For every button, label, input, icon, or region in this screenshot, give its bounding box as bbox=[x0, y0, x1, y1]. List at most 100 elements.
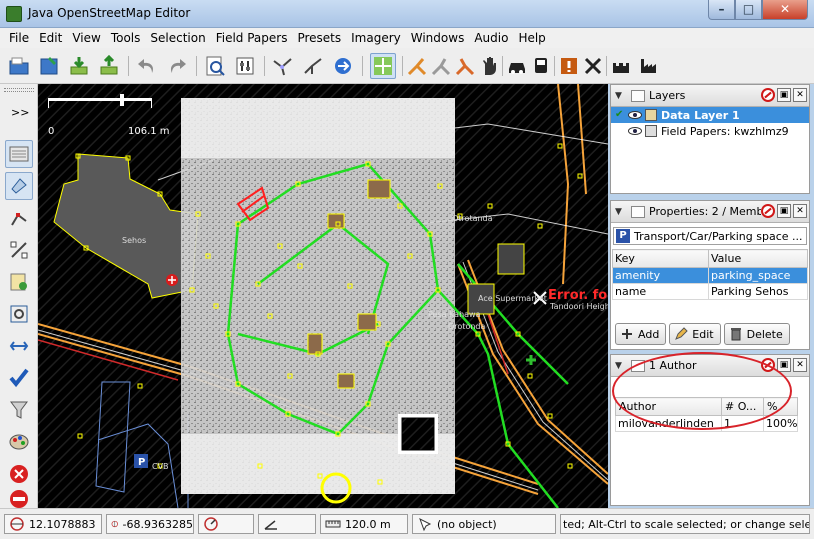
filter-icon[interactable] bbox=[5, 396, 33, 424]
window-title: Java OpenStreetMap Editor bbox=[28, 6, 191, 20]
menu-windows[interactable]: Windows bbox=[406, 31, 470, 45]
layer-row-field-papers[interactable]: Field Papers: kwzhlmz9 bbox=[611, 123, 809, 139]
tools-icon[interactable] bbox=[580, 53, 606, 79]
authors-panel: ▼ 1 Author ▣ ✕ Author # O... % milovande… bbox=[610, 354, 810, 506]
visibility-eye-icon[interactable] bbox=[628, 111, 642, 119]
map-label-tandoori: Tandoori Heights bbox=[550, 302, 608, 311]
close-panel-icon[interactable]: ✕ bbox=[793, 88, 807, 102]
menu-selection[interactable]: Selection bbox=[145, 31, 210, 45]
edit-tag-button[interactable]: Edit bbox=[669, 323, 721, 345]
hide-panel-icon[interactable] bbox=[761, 88, 775, 102]
column-header-key[interactable]: Key bbox=[612, 249, 709, 268]
collapse-caret-icon[interactable]: ▼ bbox=[615, 361, 627, 371]
column-header-percent[interactable]: % bbox=[762, 397, 799, 416]
detach-panel-icon[interactable]: ▣ bbox=[777, 88, 791, 102]
parking-icon: P bbox=[616, 229, 630, 243]
tag-value[interactable]: parking_space bbox=[708, 267, 808, 284]
tag-value[interactable]: Parking Sehos bbox=[708, 283, 808, 300]
close-panel-icon[interactable]: ✕ bbox=[793, 204, 807, 218]
menu-presets[interactable]: Presets bbox=[292, 31, 346, 45]
split-icon[interactable] bbox=[270, 53, 296, 79]
collapse-caret-icon[interactable]: ▼ bbox=[615, 207, 627, 217]
hide-panel-icon[interactable] bbox=[761, 358, 775, 372]
error-close-icon[interactable] bbox=[5, 460, 33, 488]
distance-field: 120.0 m bbox=[320, 514, 408, 534]
redo-icon[interactable] bbox=[164, 53, 190, 79]
map-label-cvb: CVB bbox=[152, 462, 169, 471]
table-row[interactable]: name Parking Sehos bbox=[612, 283, 808, 300]
column-header-author[interactable]: Author bbox=[615, 397, 722, 416]
layer-name: Data Layer 1 bbox=[661, 108, 740, 122]
preset-link[interactable]: P Transport/Car/Parking space ... bbox=[613, 227, 807, 245]
properties-buttons: Add Edit Delete bbox=[611, 323, 809, 345]
authors-panel-header: ▼ 1 Author ▣ ✕ bbox=[611, 355, 809, 377]
no-entry-icon[interactable] bbox=[5, 490, 33, 508]
extrude-tool-icon[interactable] bbox=[5, 300, 33, 328]
validate-check-icon[interactable] bbox=[5, 364, 33, 392]
tag-key[interactable]: name bbox=[612, 283, 709, 300]
longitude-field: -68.9363285 bbox=[106, 514, 194, 534]
zoom-tool-icon[interactable] bbox=[5, 236, 33, 264]
title-bar: Java OpenStreetMap Editor – □ ✕ bbox=[0, 0, 814, 28]
visibility-eye-icon[interactable] bbox=[628, 127, 642, 135]
close-panel-icon[interactable]: ✕ bbox=[793, 358, 807, 372]
menu-tools[interactable]: Tools bbox=[106, 31, 146, 45]
pan-hand-icon[interactable] bbox=[476, 53, 502, 79]
select-tool-icon[interactable] bbox=[5, 172, 33, 200]
map-view[interactable]: P 0 106.1 m Sehos Error. fo Ace Supermar… bbox=[38, 84, 608, 508]
minimize-button[interactable]: – bbox=[708, 0, 735, 20]
add-tag-button[interactable]: Add bbox=[615, 323, 667, 345]
download-icon[interactable] bbox=[66, 53, 92, 79]
menu-view[interactable]: View bbox=[67, 31, 105, 45]
select-icon[interactable] bbox=[370, 53, 396, 79]
menu-edit[interactable]: Edit bbox=[34, 31, 67, 45]
author-name[interactable]: milovanderlinden bbox=[615, 415, 722, 432]
column-header-count[interactable]: # O... bbox=[721, 397, 764, 416]
combine-icon[interactable] bbox=[300, 53, 326, 79]
delete-tool-icon[interactable] bbox=[5, 268, 33, 296]
heading-field bbox=[198, 514, 254, 534]
bus-icon[interactable] bbox=[528, 53, 554, 79]
save-icon[interactable] bbox=[36, 53, 62, 79]
warning-icon[interactable] bbox=[556, 53, 582, 79]
castle-icon[interactable] bbox=[608, 53, 634, 79]
author-percent[interactable]: 100% bbox=[762, 415, 799, 432]
pencil-icon bbox=[675, 327, 689, 340]
close-window-button[interactable]: ✕ bbox=[762, 0, 808, 20]
relation-icon[interactable] bbox=[452, 53, 478, 79]
detach-panel-icon[interactable]: ▣ bbox=[777, 358, 791, 372]
menu-field-papers[interactable]: Field Papers bbox=[211, 31, 293, 45]
menu-imagery[interactable]: Imagery bbox=[346, 31, 406, 45]
preferences-icon[interactable] bbox=[232, 53, 258, 79]
hide-panel-icon[interactable] bbox=[761, 204, 775, 218]
upload-icon[interactable] bbox=[96, 53, 122, 79]
paint-style-icon[interactable] bbox=[5, 428, 33, 456]
detach-panel-icon[interactable]: ▣ bbox=[777, 204, 791, 218]
author-count[interactable]: 1 bbox=[721, 415, 764, 432]
table-row[interactable]: amenity parking_space bbox=[612, 267, 808, 284]
menu-audio[interactable]: Audio bbox=[469, 31, 513, 45]
menu-file[interactable]: File bbox=[4, 31, 34, 45]
restriction-icon[interactable] bbox=[404, 53, 430, 79]
draw-nodes-icon[interactable] bbox=[5, 204, 33, 232]
zoom-preferences-icon[interactable] bbox=[202, 53, 228, 79]
more-tools-button[interactable]: >> bbox=[11, 106, 29, 119]
open-icon[interactable] bbox=[6, 53, 32, 79]
object-field: (no object) bbox=[412, 514, 556, 534]
sidebar-toggle-icon[interactable] bbox=[5, 140, 33, 168]
collapse-caret-icon[interactable]: ▼ bbox=[615, 91, 627, 101]
car-icon[interactable] bbox=[504, 53, 530, 79]
latitude-value: 12.1078883 bbox=[29, 517, 96, 531]
delete-tag-button[interactable]: Delete bbox=[723, 323, 790, 345]
menu-help[interactable]: Help bbox=[513, 31, 550, 45]
undo-icon[interactable] bbox=[134, 53, 160, 79]
layer-row-data-layer-1[interactable]: ✔ Data Layer 1 bbox=[611, 107, 809, 123]
reverse-icon[interactable] bbox=[330, 53, 356, 79]
parallel-tool-icon[interactable] bbox=[5, 332, 33, 360]
tag-key[interactable]: amenity bbox=[612, 267, 709, 284]
factory-icon[interactable] bbox=[636, 53, 662, 79]
delete-way-icon[interactable] bbox=[428, 53, 454, 79]
table-row[interactable]: milovanderlinden 1 100% bbox=[615, 415, 799, 432]
column-header-value[interactable]: Value bbox=[708, 249, 808, 268]
maximize-button[interactable]: □ bbox=[735, 0, 762, 20]
